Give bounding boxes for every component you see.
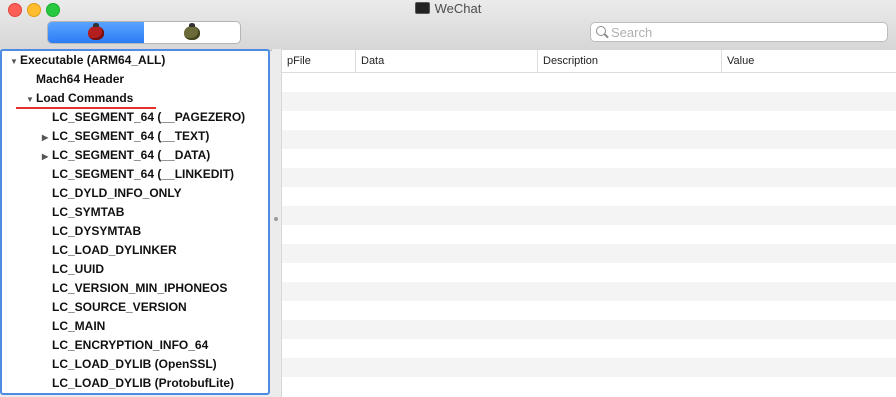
title-bar: WeChat [0,0,896,51]
tree-item-lc-source-version[interactable]: LC_SOURCE_VERSION [52,298,187,317]
search-input[interactable] [611,24,881,40]
divider-handle-icon[interactable] [274,217,278,221]
window-title-text: WeChat [434,1,482,16]
column-header-data[interactable]: Data [355,50,537,72]
table-row [282,168,896,187]
table-row [282,320,896,339]
tree-item-lc-dyld-info-only[interactable]: LC_DYLD_INFO_ONLY [52,184,182,203]
tree-item-lc-version-min-iphoneos[interactable]: LC_VERSION_MIN_IPHONEOS [52,279,227,298]
tree-item-lc-dysymtab[interactable]: LC_DYSYMTAB [52,222,141,241]
terminal-icon [414,2,430,14]
tree-item-lc-load-dylib-protobuflite[interactable]: LC_LOAD_DYLIB (ProtobufLite) [52,374,234,393]
table-row [282,130,896,149]
tree-item-lc-load-dylinker[interactable]: LC_LOAD_DYLINKER [52,241,177,260]
table-row [282,282,896,301]
tree-item-mach64-header[interactable]: Mach64 Header [36,70,124,89]
window-title: WeChat [0,0,896,18]
tree-item-lc-load-dylib-openssl[interactable]: LC_LOAD_DYLIB (OpenSSL) [52,355,217,374]
tree-item-lc-symtab[interactable]: LC_SYMTAB [52,203,124,222]
rva-view-button[interactable] [144,22,240,43]
view-mode-segmented-control [47,21,241,44]
tree-item-lc-segment-linkedit[interactable]: LC_SEGMENT_64 (__LINKEDIT) [52,165,234,184]
column-header-description[interactable]: Description [537,50,721,72]
structure-tree[interactable]: ▼ Executable (ARM64_ALL) Mach64 Header ▼ L… [0,49,270,395]
tree-item-lc-segment-text[interactable]: ▶ LC_SEGMENT_64 (__TEXT) [42,127,209,146]
tree-item-lc-main[interactable]: LC_MAIN [52,317,105,336]
column-header-pfile[interactable]: pFile [282,50,355,72]
split-view-divider[interactable] [272,49,281,395]
table-row [282,244,896,263]
column-header-value[interactable]: Value [721,50,896,72]
tree-item-lc-uuid[interactable]: LC_UUID [52,260,104,279]
red-bug-icon [88,22,104,40]
tree-item-lc-segment-pagezero[interactable]: LC_SEGMENT_64 (__PAGEZERO) [52,108,245,127]
table-row [282,206,896,225]
raw-view-button[interactable] [48,22,144,43]
tree-item-executable[interactable]: ▼ Executable (ARM64_ALL) [10,51,165,70]
tree-item-lc-segment-data[interactable]: ▶ LC_SEGMENT_64 (__DATA) [42,146,210,165]
disclosure-down-icon[interactable]: ▼ [10,52,19,71]
detail-table[interactable]: pFile Data Description Value [281,50,896,397]
disclosure-right-icon[interactable]: ▶ [42,128,51,147]
table-header: pFile Data Description Value [282,50,896,73]
search-icon [596,26,606,36]
olive-bug-icon [184,22,200,40]
disclosure-right-icon[interactable]: ▶ [42,147,51,166]
search-field[interactable] [590,22,888,42]
tree-item-lc-encryption-info-64[interactable]: LC_ENCRYPTION_INFO_64 [52,336,208,355]
tree-item-load-commands[interactable]: ▼ Load Commands [26,89,133,108]
table-row [282,92,896,111]
table-row [282,358,896,377]
